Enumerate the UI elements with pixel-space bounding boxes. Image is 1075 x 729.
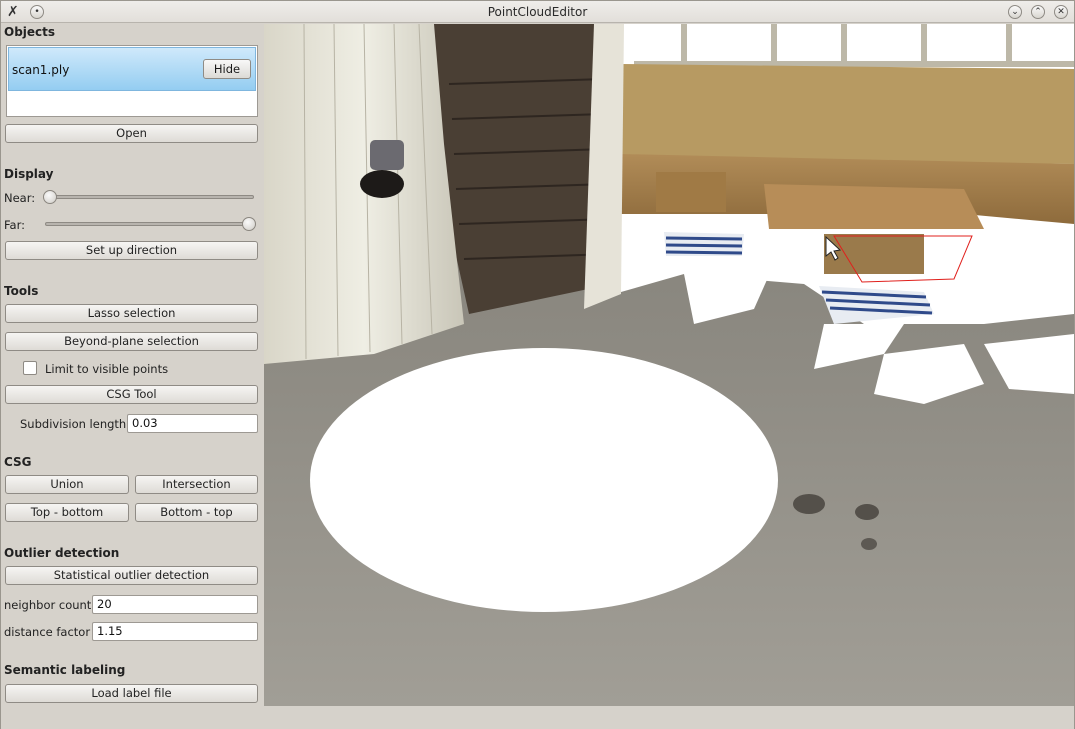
bench-backrest [621,64,1074,164]
bottom-top-button[interactable]: Bottom - top [135,503,258,522]
hide-button[interactable]: Hide [203,59,251,79]
intersection-button[interactable]: Intersection [135,475,258,494]
beyond-plane-selection-button[interactable]: Beyond-plane selection [5,332,258,351]
subdivision-length-field[interactable]: 0.03 [127,414,258,433]
csg-heading: CSG [4,455,32,469]
chair-back [656,172,726,212]
neighbor-count-field[interactable]: 20 [92,595,258,614]
deleted-region [310,348,778,612]
wall-lamp-shadow [360,170,404,198]
maximize-icon[interactable]: ⌃ [1031,5,1045,19]
point-cloud-viewport[interactable] [264,24,1074,706]
distance-factor-field[interactable]: 1.15 [92,622,258,641]
outlier-heading: Outlier detection [4,546,120,560]
objects-list[interactable]: scan1.ply Hide [6,45,258,117]
app-window: ✗ • PointCloudEditor ⌄ ⌃ ✕ Objects scan1… [0,0,1075,729]
side-panel: Objects scan1.ply Hide Open Display Near… [1,23,263,729]
subdivision-length-label: Subdivision length: [20,417,131,431]
display-heading: Display [4,167,54,181]
semantic-heading: Semantic labeling [4,663,126,677]
cushion-left [664,232,744,256]
pillar [264,24,464,364]
near-slider-handle[interactable] [43,190,57,204]
statistical-outlier-button[interactable]: Statistical outlier detection [5,566,258,585]
union-button[interactable]: Union [5,475,129,494]
floor-stain [855,504,879,520]
far-label: Far: [4,218,26,232]
objects-heading: Objects [4,25,56,39]
close-icon[interactable]: ✕ [1054,5,1068,19]
point-cloud-render[interactable] [264,24,1074,706]
floor-stain [793,494,825,514]
floor-stain [861,538,877,550]
lasso-selection-button[interactable]: Lasso selection [5,304,258,323]
csg-tool-button[interactable]: CSG Tool [5,385,258,404]
object-name: scan1.ply [12,63,70,77]
set-up-direction-button[interactable]: Set up direction [5,241,258,260]
limit-visible-checkbox[interactable] [23,361,37,375]
title-bar: ✗ • PointCloudEditor ⌄ ⌃ ✕ [1,1,1074,23]
top-bottom-button[interactable]: Top - bottom [5,503,129,522]
distance-factor-label: distance factor [4,625,91,639]
list-item[interactable]: scan1.ply Hide [8,47,256,91]
window-title: PointCloudEditor [487,5,588,19]
table-top [764,184,984,229]
far-slider-handle[interactable] [242,217,256,231]
far-slider[interactable] [45,222,254,226]
minimize-icon[interactable]: ⌄ [1008,5,1022,19]
neighbor-count-label: neighbor count [4,598,92,612]
open-button[interactable]: Open [5,124,258,143]
tools-heading: Tools [4,284,39,298]
near-label: Near: [4,191,36,205]
near-slider[interactable] [45,195,254,199]
wall-lamp [370,140,404,170]
limit-visible-label: Limit to visible points [45,362,169,376]
load-label-file-button[interactable]: Load label file [5,684,258,703]
status-bar [1,707,1074,729]
table-base [824,234,924,274]
